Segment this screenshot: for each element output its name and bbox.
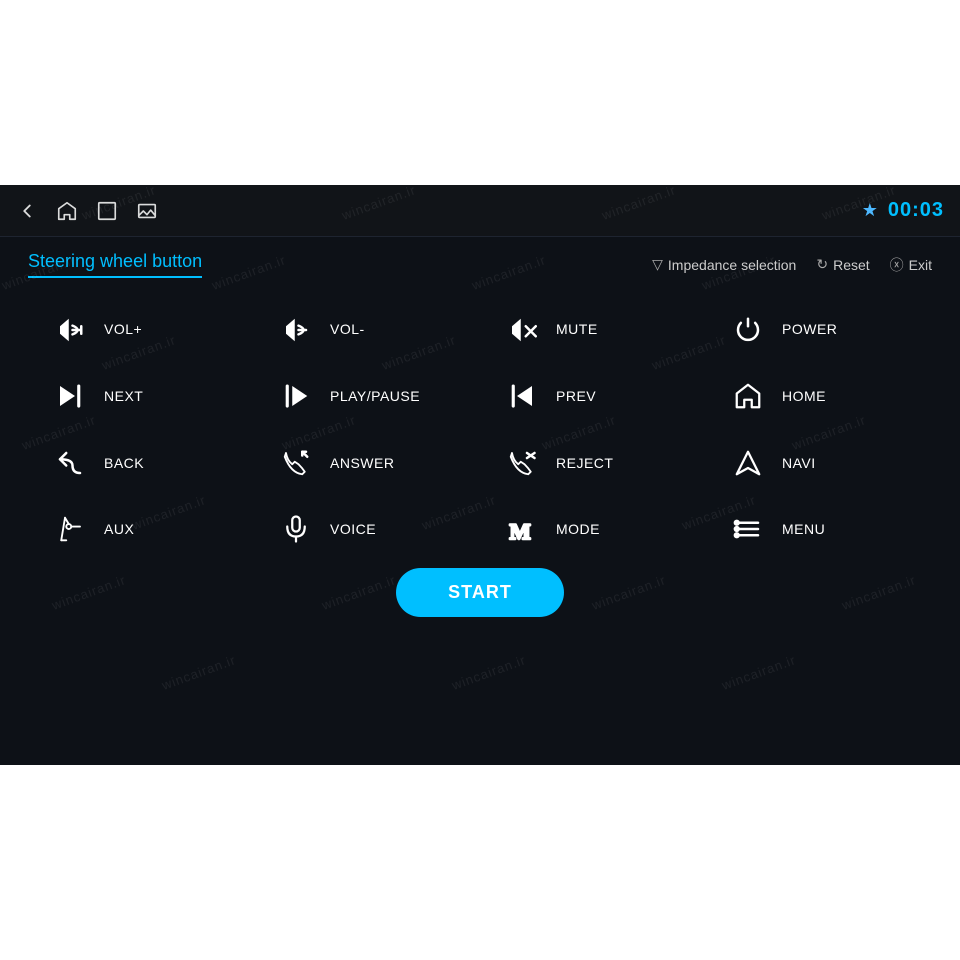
time-display: 00:03 (888, 199, 944, 222)
window-nav-icon[interactable] (96, 199, 118, 222)
mute-button[interactable]: MUTE (480, 296, 706, 363)
menu-icon (730, 514, 766, 545)
prev-icon (504, 381, 540, 412)
mode-button[interactable]: M MODE (480, 496, 706, 563)
buttons-grid: VOL+ VOL- (28, 296, 932, 562)
home-label: HOME (782, 388, 826, 404)
home-button[interactable]: HOME (706, 363, 932, 430)
power-icon (730, 314, 766, 345)
impedance-icon: ▽ (652, 256, 663, 273)
back-button[interactable]: BACK (28, 429, 254, 496)
top-white-space (0, 0, 960, 185)
nav-bar: ★ 00:03 (0, 185, 960, 237)
nav-icons-right: ★ 00:03 (862, 199, 944, 222)
title-actions: ▽ Impedance selection ↻ Reset ⓧ Exit (652, 255, 932, 275)
watermark-text: wincairan.ir (720, 652, 798, 693)
bluetooth-icon: ★ (862, 200, 878, 221)
play-pause-button[interactable]: PLAY/PAUSE (254, 363, 480, 430)
vol-minus-label: VOL- (330, 321, 365, 337)
play-pause-label: PLAY/PAUSE (330, 388, 420, 404)
next-label: NEXT (104, 388, 143, 404)
voice-label: VOICE (330, 521, 376, 537)
nav-icons-left (16, 199, 158, 222)
reject-icon (504, 447, 540, 478)
prev-button[interactable]: PREV (480, 363, 706, 430)
back-nav-icon[interactable] (16, 199, 38, 222)
power-button[interactable]: POWER (706, 296, 932, 363)
start-btn-row: START (28, 568, 932, 617)
navi-button[interactable]: NAVI (706, 429, 932, 496)
prev-label: PREV (556, 388, 596, 404)
answer-icon (278, 447, 314, 478)
voice-button[interactable]: VOICE (254, 496, 480, 563)
back-icon (52, 447, 88, 478)
start-button[interactable]: START (396, 568, 564, 617)
back-label: BACK (104, 455, 144, 471)
mute-label: MUTE (556, 321, 598, 337)
reset-icon: ↻ (816, 256, 828, 273)
exit-icon: ⓧ (890, 255, 904, 275)
vol-plus-button[interactable]: VOL+ (28, 296, 254, 363)
watermark-text: wincairan.ir (450, 652, 528, 693)
home-nav-icon[interactable] (56, 199, 78, 222)
vol-minus-icon (278, 314, 314, 345)
vol-plus-icon (52, 314, 88, 345)
answer-label: ANSWER (330, 455, 394, 471)
play-pause-icon (278, 381, 314, 412)
vol-minus-button[interactable]: VOL- (254, 296, 480, 363)
navi-label: NAVI (782, 455, 816, 471)
mode-icon: M (504, 514, 540, 545)
exit-action[interactable]: ⓧ Exit (890, 255, 932, 275)
reject-button[interactable]: REJECT (480, 429, 706, 496)
page-title: Steering wheel button (28, 251, 202, 278)
content-area: Steering wheel button ▽ Impedance select… (0, 237, 960, 617)
impedance-label: Impedance selection (668, 257, 796, 273)
home-icon (730, 381, 766, 412)
next-button[interactable]: NEXT (28, 363, 254, 430)
impedance-action[interactable]: ▽ Impedance selection (652, 256, 796, 273)
menu-label: MENU (782, 521, 825, 537)
svg-text:M: M (510, 519, 531, 544)
reset-label: Reset (833, 257, 870, 273)
reset-action[interactable]: ↻ Reset (816, 256, 869, 273)
power-label: POWER (782, 321, 837, 337)
mute-icon (504, 314, 540, 345)
aux-icon (52, 514, 88, 545)
vol-plus-label: VOL+ (104, 321, 142, 337)
navi-icon (730, 447, 766, 478)
next-icon (52, 381, 88, 412)
menu-button[interactable]: MENU (706, 496, 932, 563)
title-row: Steering wheel button ▽ Impedance select… (28, 237, 932, 286)
watermark-text: wincairan.ir (160, 652, 238, 693)
answer-button[interactable]: ANSWER (254, 429, 480, 496)
aux-label: AUX (104, 521, 134, 537)
bottom-white-space (0, 765, 960, 960)
ui-area: wincairan.ir wincairan.ir wincairan.ir w… (0, 185, 960, 765)
exit-label: Exit (909, 257, 932, 273)
gallery-nav-icon[interactable] (136, 199, 158, 222)
mode-label: MODE (556, 521, 600, 537)
reject-label: REJECT (556, 455, 613, 471)
aux-button[interactable]: AUX (28, 496, 254, 563)
voice-icon (278, 514, 314, 545)
